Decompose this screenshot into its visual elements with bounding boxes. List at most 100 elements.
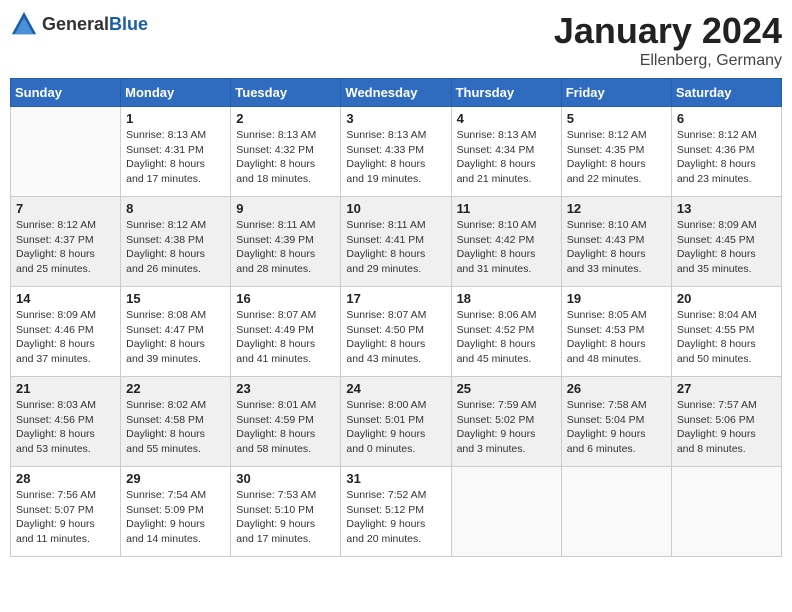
- page-header: GeneralBlue January 2024 Ellenberg, Germ…: [10, 10, 782, 70]
- calendar-cell: 20 Sunrise: 8:04 AMSunset: 4:55 PMDayligh…: [671, 287, 781, 377]
- calendar-cell: 17Sunrise: 8:07 AMSunset: 4:50 PMDayligh…: [341, 287, 451, 377]
- title-area: January 2024 Ellenberg, Germany: [554, 10, 782, 70]
- day-info: Sunrise: 8:00 AMSunset: 5:01 PMDaylight:…: [346, 398, 445, 457]
- day-info: Sunrise: 8:04 AMSunset: 4:55 PMDaylight:…: [677, 308, 776, 367]
- day-info: Sunrise: 8:09 AMSunset: 4:46 PMDaylight:…: [16, 308, 115, 367]
- calendar-cell: 29 Sunrise: 7:54 AMSunset: 5:09 PMDayligh…: [121, 467, 231, 557]
- calendar-cell: 28Sunrise: 7:56 AMSunset: 5:07 PMDayligh…: [11, 467, 121, 557]
- calendar-cell: 18 Sunrise: 8:06 AMSunset: 4:52 PMDayligh…: [451, 287, 561, 377]
- day-number: 15: [126, 291, 225, 306]
- day-number: 23: [236, 381, 335, 396]
- day-number: 7: [16, 201, 115, 216]
- day-info: Sunrise: 8:10 AMSunset: 4:43 PMDaylight:…: [567, 218, 666, 277]
- day-info: Sunrise: 8:13 AMSunset: 4:33 PMDaylight:…: [346, 128, 445, 187]
- day-info: Sunrise: 7:54 AMSunset: 5:09 PMDaylight:…: [126, 488, 225, 547]
- calendar-cell: 11 Sunrise: 8:10 AMSunset: 4:42 PMDayligh…: [451, 197, 561, 287]
- calendar-cell: 30Sunrise: 7:53 AMSunset: 5:10 PMDayligh…: [231, 467, 341, 557]
- calendar-cell: 14 Sunrise: 8:09 AMSunset: 4:46 PMDayligh…: [11, 287, 121, 377]
- day-info: Sunrise: 8:08 AMSunset: 4:47 PMDaylight:…: [126, 308, 225, 367]
- calendar-row: 21 Sunrise: 8:03 AMSunset: 4:56 PMDayligh…: [11, 377, 782, 467]
- calendar-cell: [671, 467, 781, 557]
- day-number: 22: [126, 381, 225, 396]
- calendar-row: 14 Sunrise: 8:09 AMSunset: 4:46 PMDayligh…: [11, 287, 782, 377]
- day-info: Sunrise: 8:10 AMSunset: 4:42 PMDaylight:…: [457, 218, 556, 277]
- calendar-cell: 4 Sunrise: 8:13 AMSunset: 4:34 PMDaylight…: [451, 107, 561, 197]
- header-day: Wednesday: [341, 79, 451, 107]
- day-info: Sunrise: 8:12 AMSunset: 4:38 PMDaylight:…: [126, 218, 225, 277]
- header-day: Monday: [121, 79, 231, 107]
- day-number: 5: [567, 111, 666, 126]
- day-info: Sunrise: 8:13 AMSunset: 4:34 PMDaylight:…: [457, 128, 556, 187]
- header-row: SundayMondayTuesdayWednesdayThursdayFrid…: [11, 79, 782, 107]
- calendar-cell: [11, 107, 121, 197]
- day-number: 9: [236, 201, 335, 216]
- day-info: Sunrise: 8:03 AMSunset: 4:56 PMDaylight:…: [16, 398, 115, 457]
- calendar-cell: [451, 467, 561, 557]
- day-number: 12: [567, 201, 666, 216]
- location: Ellenberg, Germany: [554, 52, 782, 70]
- calendar-cell: 10 Sunrise: 8:11 AMSunset: 4:41 PMDayligh…: [341, 197, 451, 287]
- day-number: 18: [457, 291, 556, 306]
- day-number: 4: [457, 111, 556, 126]
- day-number: 3: [346, 111, 445, 126]
- logo-icon: [10, 10, 38, 38]
- day-info: Sunrise: 8:12 AMSunset: 4:36 PMDaylight:…: [677, 128, 776, 187]
- day-info: Sunrise: 8:12 AMSunset: 4:35 PMDaylight:…: [567, 128, 666, 187]
- day-info: Sunrise: 7:53 AMSunset: 5:10 PMDaylight:…: [236, 488, 335, 547]
- calendar-row: 1Sunrise: 8:13 AMSunset: 4:31 PMDaylight…: [11, 107, 782, 197]
- calendar-cell: 19 Sunrise: 8:05 AMSunset: 4:53 PMDayligh…: [561, 287, 671, 377]
- day-info: Sunrise: 8:01 AMSunset: 4:59 PMDaylight:…: [236, 398, 335, 457]
- calendar-cell: 15 Sunrise: 8:08 AMSunset: 4:47 PMDayligh…: [121, 287, 231, 377]
- calendar-cell: [561, 467, 671, 557]
- day-number: 6: [677, 111, 776, 126]
- calendar-cell: 26Sunrise: 7:58 AMSunset: 5:04 PMDayligh…: [561, 377, 671, 467]
- day-number: 11: [457, 201, 556, 216]
- header-day: Sunday: [11, 79, 121, 107]
- calendar-table: SundayMondayTuesdayWednesdayThursdayFrid…: [10, 78, 782, 557]
- day-info: Sunrise: 8:13 AMSunset: 4:32 PMDaylight:…: [236, 128, 335, 187]
- calendar-cell: 5 Sunrise: 8:12 AMSunset: 4:35 PMDaylight…: [561, 107, 671, 197]
- month-title: January 2024: [554, 10, 782, 52]
- day-info: Sunrise: 7:52 AMSunset: 5:12 PMDaylight:…: [346, 488, 445, 547]
- calendar-cell: 24 Sunrise: 8:00 AMSunset: 5:01 PMDayligh…: [341, 377, 451, 467]
- day-info: Sunrise: 8:11 AMSunset: 4:41 PMDaylight:…: [346, 218, 445, 277]
- calendar-cell: 16Sunrise: 8:07 AMSunset: 4:49 PMDayligh…: [231, 287, 341, 377]
- day-info: Sunrise: 8:07 AMSunset: 4:49 PMDaylight:…: [236, 308, 335, 367]
- day-number: 20: [677, 291, 776, 306]
- logo-general: General: [42, 14, 109, 34]
- day-info: Sunrise: 8:02 AMSunset: 4:58 PMDaylight:…: [126, 398, 225, 457]
- day-info: Sunrise: 8:11 AMSunset: 4:39 PMDaylight:…: [236, 218, 335, 277]
- calendar-cell: 8Sunrise: 8:12 AMSunset: 4:38 PMDaylight…: [121, 197, 231, 287]
- calendar-cell: 3 Sunrise: 8:13 AMSunset: 4:33 PMDaylight…: [341, 107, 451, 197]
- calendar-cell: 1Sunrise: 8:13 AMSunset: 4:31 PMDaylight…: [121, 107, 231, 197]
- day-info: Sunrise: 8:06 AMSunset: 4:52 PMDaylight:…: [457, 308, 556, 367]
- day-info: Sunrise: 7:58 AMSunset: 5:04 PMDaylight:…: [567, 398, 666, 457]
- calendar-cell: 6 Sunrise: 8:12 AMSunset: 4:36 PMDaylight…: [671, 107, 781, 197]
- day-number: 21: [16, 381, 115, 396]
- calendar-cell: 9 Sunrise: 8:11 AMSunset: 4:39 PMDaylight…: [231, 197, 341, 287]
- day-number: 14: [16, 291, 115, 306]
- day-info: Sunrise: 8:13 AMSunset: 4:31 PMDaylight:…: [126, 128, 225, 187]
- calendar-cell: 12 Sunrise: 8:10 AMSunset: 4:43 PMDayligh…: [561, 197, 671, 287]
- calendar-cell: 31 Sunrise: 7:52 AMSunset: 5:12 PMDayligh…: [341, 467, 451, 557]
- day-number: 31: [346, 471, 445, 486]
- day-info: Sunrise: 8:09 AMSunset: 4:45 PMDaylight:…: [677, 218, 776, 277]
- day-info: Sunrise: 7:56 AMSunset: 5:07 PMDaylight:…: [16, 488, 115, 547]
- header-day: Friday: [561, 79, 671, 107]
- header-day: Saturday: [671, 79, 781, 107]
- calendar-cell: 13Sunrise: 8:09 AMSunset: 4:45 PMDayligh…: [671, 197, 781, 287]
- calendar-cell: 23 Sunrise: 8:01 AMSunset: 4:59 PMDayligh…: [231, 377, 341, 467]
- header-day: Tuesday: [231, 79, 341, 107]
- day-info: Sunrise: 8:05 AMSunset: 4:53 PMDaylight:…: [567, 308, 666, 367]
- day-number: 19: [567, 291, 666, 306]
- header-day: Thursday: [451, 79, 561, 107]
- day-number: 10: [346, 201, 445, 216]
- day-number: 29: [126, 471, 225, 486]
- day-number: 24: [346, 381, 445, 396]
- day-info: Sunrise: 7:59 AMSunset: 5:02 PMDaylight:…: [457, 398, 556, 457]
- calendar-cell: 27Sunrise: 7:57 AMSunset: 5:06 PMDayligh…: [671, 377, 781, 467]
- calendar-cell: 22 Sunrise: 8:02 AMSunset: 4:58 PMDayligh…: [121, 377, 231, 467]
- calendar-cell: 2Sunrise: 8:13 AMSunset: 4:32 PMDaylight…: [231, 107, 341, 197]
- calendar-cell: 21 Sunrise: 8:03 AMSunset: 4:56 PMDayligh…: [11, 377, 121, 467]
- calendar-cell: 25Sunrise: 7:59 AMSunset: 5:02 PMDayligh…: [451, 377, 561, 467]
